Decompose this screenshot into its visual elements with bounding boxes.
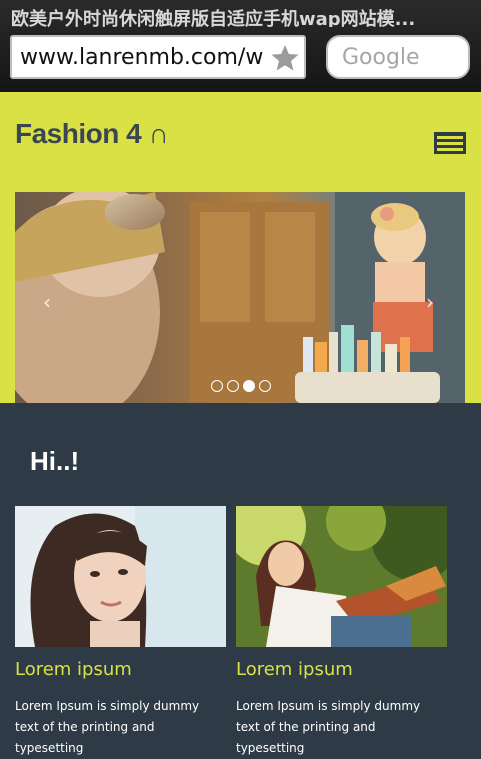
- menu-bar-icon: [437, 148, 463, 151]
- card-title[interactable]: Lorem ipsum: [15, 659, 226, 680]
- site-logo[interactable]: Fashion 4 ∩: [15, 118, 169, 150]
- url-text[interactable]: www.lanrenmb.com/w: [20, 45, 270, 70]
- article-card[interactable]: Lorem ipsum Lorem Ipsum is simply dummy …: [236, 506, 447, 759]
- menu-bar-icon: [437, 142, 463, 145]
- slider-prev-arrow-icon[interactable]: ‹: [43, 290, 51, 314]
- bookmark-star-icon[interactable]: [270, 43, 300, 73]
- browser-toolbar: 欧美户外时尚休闲触屏版自适应手机wap网站模... www.lanrenmb.c…: [0, 0, 481, 92]
- slide-image: [15, 192, 465, 403]
- card-image[interactable]: [15, 506, 226, 647]
- card-text: Lorem Ipsum is simply dummy text of the …: [236, 699, 421, 755]
- search-input[interactable]: Google: [326, 35, 470, 79]
- slider-dot[interactable]: [227, 380, 239, 392]
- content-section: Hi..! Lorem ipsum Lorem Ipsum is simply …: [0, 403, 481, 755]
- site-header: Fashion 4 ∩: [0, 92, 481, 192]
- slider-pagination: [211, 380, 271, 392]
- search-placeholder: Google: [342, 45, 420, 70]
- slider-dot[interactable]: [259, 380, 271, 392]
- card-title[interactable]: Lorem ipsum: [236, 659, 447, 680]
- card-image[interactable]: [236, 506, 447, 647]
- image-slider[interactable]: ‹ ›: [15, 192, 465, 403]
- slider-next-arrow-icon[interactable]: ›: [426, 290, 434, 314]
- window-title: 欧美户外时尚休闲触屏版自适应手机wap网站模...: [11, 9, 416, 27]
- card-text: Lorem Ipsum is simply dummy text of the …: [15, 699, 200, 755]
- section-heading: Hi..!: [30, 446, 80, 476]
- slider-dot-active[interactable]: [243, 380, 255, 392]
- slider-dot[interactable]: [211, 380, 223, 392]
- hamburger-menu-button[interactable]: [434, 132, 466, 154]
- article-card[interactable]: Lorem ipsum Lorem Ipsum is simply dummy …: [15, 506, 226, 759]
- url-bar[interactable]: www.lanrenmb.com/w: [10, 35, 306, 79]
- menu-bar-icon: [437, 136, 463, 139]
